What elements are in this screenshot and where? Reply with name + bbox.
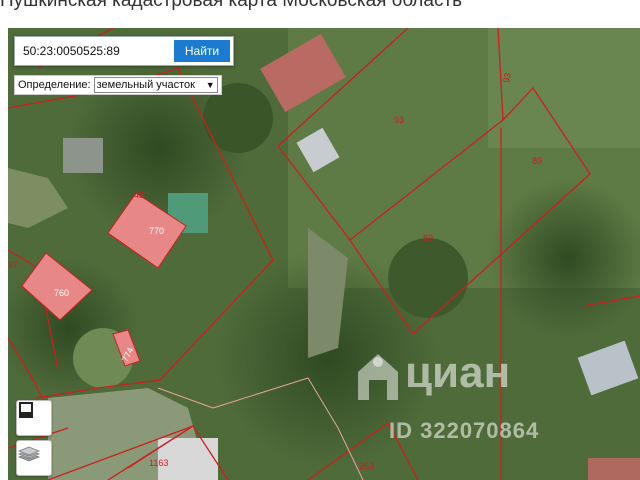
ruler-icon bbox=[19, 402, 33, 418]
find-button[interactable]: Найти bbox=[174, 40, 230, 62]
building-label: 774 bbox=[120, 346, 135, 364]
parcel-label: 93 bbox=[394, 115, 404, 125]
definition-selected-value: земельный участок bbox=[96, 79, 195, 91]
parcel-label: 1163 bbox=[149, 458, 168, 468]
cadastral-number-input[interactable] bbox=[19, 41, 177, 61]
definition-row: Определение: земельный участок ▼ bbox=[14, 75, 222, 95]
definition-select[interactable]: земельный участок ▼ bbox=[93, 77, 218, 93]
building-label: 770 bbox=[149, 226, 164, 236]
ruler-button[interactable] bbox=[16, 400, 52, 436]
watermark-name: циан bbox=[405, 348, 511, 397]
watermark-id: ID 322070864 bbox=[389, 418, 540, 443]
building-label: 760 bbox=[54, 288, 69, 298]
chevron-down-icon: ▼ bbox=[205, 80, 215, 90]
parcel-label: 89 bbox=[423, 233, 433, 243]
parcel-label: 93 bbox=[501, 72, 513, 84]
definition-label: Определение: bbox=[18, 79, 91, 91]
search-panel: Найти bbox=[14, 36, 234, 66]
parcel-label: 43 bbox=[134, 190, 144, 200]
parcel-label: 263 bbox=[359, 461, 374, 471]
cadastral-map[interactable]: 93 93 89 89 43 97 1163 263 770 760 774 Н… bbox=[8, 28, 640, 480]
layers-icon bbox=[17, 446, 41, 462]
parcel-labels: 93 93 89 89 43 97 1163 263 770 760 774 bbox=[8, 72, 542, 471]
parcel-label: 89 bbox=[532, 156, 542, 166]
parcel-label: 97 bbox=[8, 260, 18, 270]
page-title: Пушкинская кадастровая карта Московская … bbox=[0, 0, 463, 11]
layers-button[interactable] bbox=[16, 440, 52, 476]
house-logo-icon bbox=[358, 354, 398, 400]
